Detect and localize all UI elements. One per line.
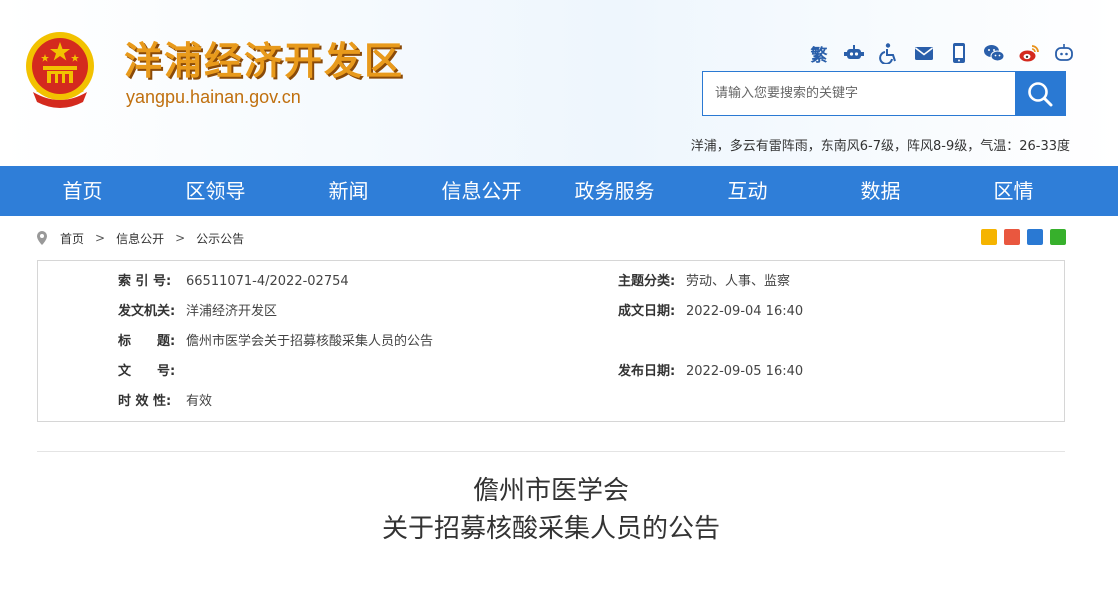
meta-published-value: 2022-09-05 16:40 xyxy=(686,364,804,379)
meta-topic-label: 主题分类: xyxy=(618,274,676,289)
meta-issuer-label: 发文机关: xyxy=(118,304,176,319)
nav-item-info-disclosure[interactable]: 信息公开 xyxy=(415,166,548,216)
meta-validity-row: 时 效 性: 有效 xyxy=(118,392,212,412)
meta-validity-value: 有效 xyxy=(186,394,213,409)
breadcrumb-info-disclosure[interactable]: 信息公开 xyxy=(116,230,164,247)
meta-topic-value: 劳动、人事、监察 xyxy=(686,274,791,289)
wechat-icon[interactable] xyxy=(983,42,1005,64)
meta-created-value: 2022-09-04 16:40 xyxy=(686,304,804,319)
meta-title-row: 标 题: 儋州市医学会关于招募核酸采集人员的公告 xyxy=(118,332,433,352)
mail-icon[interactable] xyxy=(913,42,935,64)
accessibility-icon[interactable] xyxy=(878,42,900,64)
search-button[interactable] xyxy=(1015,72,1065,115)
site-header: 洋浦经济开发区 yangpu.hainan.gov.cn 繁 请输入您要搜索的关… xyxy=(0,0,1118,166)
weibo-share-icon[interactable] xyxy=(1004,229,1020,245)
assistant-icon[interactable] xyxy=(1053,42,1075,64)
meta-published-row: 发布日期: 2022-09-05 16:40 xyxy=(618,362,803,382)
meta-index-label: 索 引 号: xyxy=(118,274,172,289)
site-domain: yangpu.hainan.gov.cn xyxy=(126,87,301,107)
location-pin-icon xyxy=(37,231,47,245)
meta-docno-row: 文 号: xyxy=(118,362,186,382)
nav-item-home[interactable]: 首页 xyxy=(16,166,149,216)
traditional-chinese-toggle[interactable]: 繁 xyxy=(808,41,830,66)
meta-index-value: 66511071-4/2022-02754 xyxy=(186,274,349,289)
meta-validity-label: 时 效 性: xyxy=(118,394,172,409)
meta-issuer-value: 洋浦经济开发区 xyxy=(186,304,278,319)
search-box xyxy=(702,71,1066,116)
breadcrumb-announcements[interactable]: 公示公告 xyxy=(196,230,244,247)
wechat-share-icon[interactable] xyxy=(1050,229,1066,245)
meta-published-label: 发布日期: xyxy=(618,364,676,379)
renren-icon[interactable] xyxy=(1027,229,1043,245)
article-title-line-2: 关于招募核酸采集人员的公告 xyxy=(381,514,720,544)
breadcrumb: 首页 > 信息公开 > 公示公告 xyxy=(36,226,1066,250)
meta-topic-row: 主题分类: 劳动、人事、监察 xyxy=(618,272,790,292)
chevron-right-icon: > xyxy=(175,231,186,245)
meta-index-row: 索 引 号: 66511071-4/2022-02754 xyxy=(118,272,349,292)
weather-info: 洋浦，多云有雷阵雨，东南风6-7级，阵风8-9级，气温：26-33度 xyxy=(690,139,1070,154)
meta-created-label: 成文日期: xyxy=(618,304,676,319)
nav-item-district-info[interactable]: 区情 xyxy=(947,166,1080,216)
article-title-line-1: 儋州市医学会 xyxy=(472,476,629,506)
nav-item-data[interactable]: 数据 xyxy=(814,166,947,216)
meta-title-value: 儋州市医学会关于招募核酸采集人员的公告 xyxy=(186,334,434,349)
meta-created-row: 成文日期: 2022-09-04 16:40 xyxy=(618,302,803,322)
share-bar xyxy=(981,229,1066,245)
weibo-icon[interactable] xyxy=(1018,42,1040,64)
search-input[interactable] xyxy=(703,72,1015,115)
national-emblem-logo xyxy=(26,32,94,108)
main-nav: 首页 区领导 新闻 信息公开 政务服务 互动 数据 区情 xyxy=(0,166,1118,216)
content-divider xyxy=(37,451,1065,452)
mobile-icon[interactable] xyxy=(948,42,970,64)
tool-bar: 繁 xyxy=(808,40,1075,66)
site-name[interactable]: 洋浦经济开发区 xyxy=(124,30,404,85)
search-icon xyxy=(1028,81,1053,106)
meta-title-label: 标 题: xyxy=(118,334,176,349)
nav-item-leaders[interactable]: 区领导 xyxy=(149,166,282,216)
meta-docno-label: 文 号: xyxy=(118,364,176,379)
nav-item-interaction[interactable]: 互动 xyxy=(681,166,814,216)
qzone-icon[interactable] xyxy=(981,229,997,245)
meta-issuer-row: 发文机关: 洋浦经济开发区 xyxy=(118,302,277,322)
document-meta-table: 索 引 号: 66511071-4/2022-02754 主题分类: 劳动、人事… xyxy=(37,260,1065,422)
nav-item-gov-services[interactable]: 政务服务 xyxy=(548,166,681,216)
article-title: 儋州市医学会 关于招募核酸采集人员的公告 xyxy=(37,472,1065,548)
breadcrumb-home[interactable]: 首页 xyxy=(60,230,84,247)
nav-item-news[interactable]: 新闻 xyxy=(282,166,415,216)
chevron-right-icon: > xyxy=(95,231,106,245)
robot-icon[interactable] xyxy=(843,42,865,64)
